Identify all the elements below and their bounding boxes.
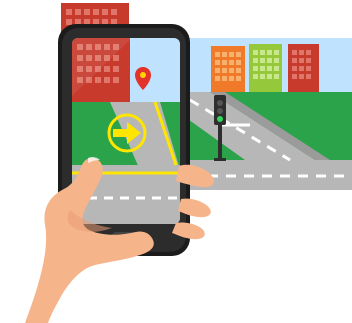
background-buildings	[211, 44, 319, 94]
ar-navigation-illustration	[0, 0, 352, 323]
building-green	[249, 44, 282, 94]
illustration-canvas	[25, 3, 352, 323]
building-red-right	[288, 44, 319, 94]
building-orange	[211, 46, 245, 94]
